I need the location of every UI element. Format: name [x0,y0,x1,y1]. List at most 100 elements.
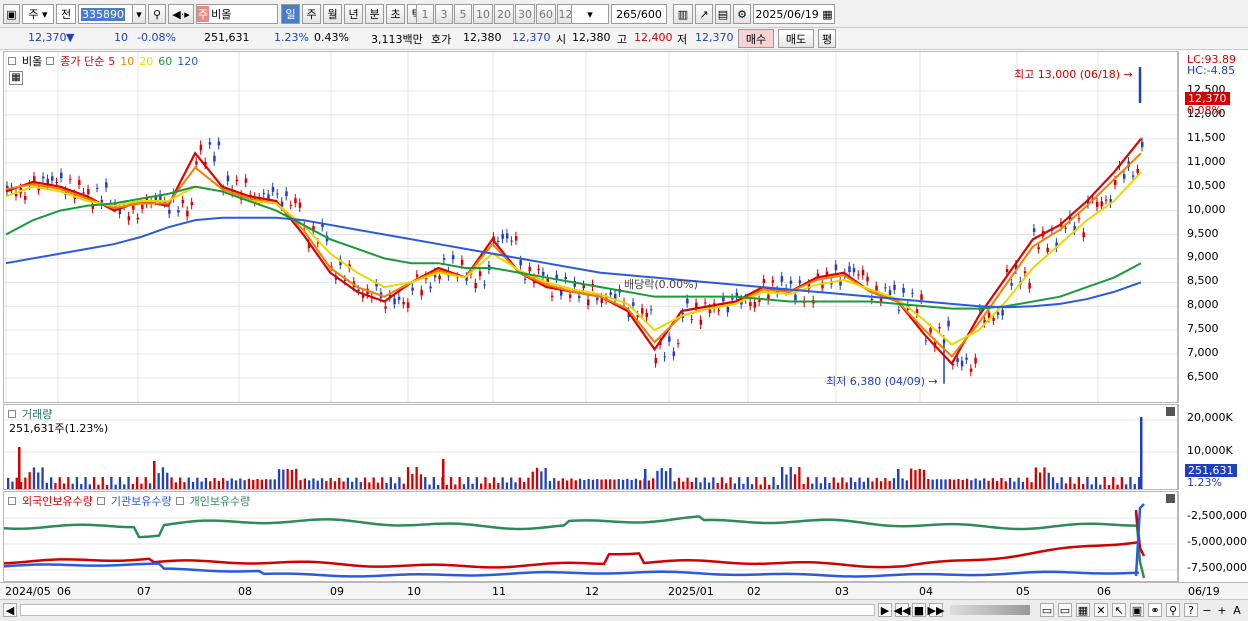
period-type-select[interactable]: 전 [56,4,76,24]
cross-icon[interactable]: ✕ [1094,603,1108,617]
bars-icon[interactable]: ▥ [673,4,693,24]
price-pane[interactable]: 비올 종가 단순 5 10 20 60 120 ▦ 최고 13,000 (06/18) … [3,51,1178,403]
volume-pane[interactable]: 거래량 251,631주(1.23%) [3,404,1178,490]
tab-4[interactable]: 분 [365,4,384,24]
period-1[interactable]: 1 [416,4,434,24]
volume-bar [80,484,83,489]
link-icon[interactable]: ⚭ [1148,603,1162,617]
candle-body [992,317,995,321]
open-price: 12,380 [572,31,611,44]
candle-body [965,357,968,360]
candle-body [758,299,761,302]
volume-bar [652,478,655,489]
grid-icon[interactable]: ▦ [1076,603,1090,617]
volume-bar [948,479,951,489]
draw-icon[interactable]: ↗ [695,4,713,24]
scroll-left-icon[interactable]: ◀ [3,603,17,617]
search-icon[interactable]: ⚲ [148,4,166,24]
tab-5[interactable]: 초 [386,4,405,24]
minus-icon[interactable]: − [1200,603,1214,617]
font-icon[interactable]: A [1230,603,1244,617]
pane-close-icon[interactable] [1166,494,1175,503]
volume-bar [24,477,27,489]
candle-body [420,289,423,296]
volume-bar [273,479,276,489]
window-icon[interactable]: ▣ [3,4,20,24]
period-5[interactable]: 5 [454,4,472,24]
high-label: 고 [617,33,628,46]
individual-line [4,515,1140,539]
dropdown-icon[interactable]: ▾ [132,4,146,24]
copy-icon[interactable]: ▣ [1130,603,1144,617]
scroll-right-icon[interactable]: ▶ [878,603,892,617]
volume-chart [4,417,1177,489]
scroll-track[interactable] [20,604,875,616]
candle-body [587,299,590,306]
volume-bar [1008,477,1012,489]
date-field[interactable]: 2025/06/19 ▦ [753,4,835,24]
volume-bar [1137,477,1141,489]
candle-body [60,172,63,179]
candle-body [564,276,567,280]
tab-1[interactable]: 주 [302,4,321,24]
volume-bar [136,477,139,489]
calculator-icon[interactable]: ▦ [9,71,23,85]
layout2-icon[interactable]: ▭ [1058,603,1072,617]
stock-name-field[interactable]: 주 비올 [196,4,278,24]
volume-bar [673,481,676,489]
volume-bar [617,479,620,489]
play-icon[interactable]: ▶▶ [928,603,944,617]
zoom-icon[interactable]: ⚲ [1166,603,1180,617]
stop-icon[interactable]: ■ [912,603,926,617]
sell-button[interactable]: 매도 [778,29,814,48]
volume-bar [351,481,354,489]
gear-icon[interactable]: ⚙ [733,4,751,24]
tab-0[interactable]: 일 [281,4,300,24]
period-20[interactable]: 20 [494,4,514,24]
sound-icon[interactable]: ◀·▸ [168,4,194,24]
pane-close-icon[interactable] [1166,407,1175,416]
plus-icon[interactable]: + [1215,603,1229,617]
layout-icon[interactable]: ▭ [1040,603,1054,617]
vol-tick-10000k: 10,000K [1187,444,1233,457]
candle-body [496,240,500,242]
volume-bar [806,477,810,489]
market-select[interactable]: 주 ▾ [22,4,54,24]
volume-bar [217,480,220,489]
candle-body [127,216,131,221]
volume-bar [415,467,418,489]
volume-bar [45,482,48,489]
buy-button[interactable]: 매수 [738,29,774,48]
period-30[interactable]: 30 [515,4,535,24]
volume-bar [798,467,801,489]
volume-bar [750,484,754,489]
tab-2[interactable]: 월 [323,4,342,24]
eval-button[interactable]: 평 [818,29,836,48]
arrow-icon[interactable]: ↖ [1112,603,1126,617]
volume-value: 251,631주(1.23%) [9,422,109,435]
period-10[interactable]: 10 [473,4,493,24]
change-percent: -0.08% [137,31,176,44]
volume-bar [888,480,891,489]
volume-bar [518,477,521,489]
zoom-slider[interactable] [950,605,1030,615]
holding-pane[interactable]: 외국인보유수량 기관보유수량 개인보유수량 [3,491,1178,582]
volume-bar [841,477,844,489]
volume-bar [424,477,427,489]
tab-3[interactable]: 년 [344,4,363,24]
period-3[interactable]: 3 [435,4,453,24]
period-60[interactable]: 60 [536,4,556,24]
save-icon[interactable]: ▤ [715,4,731,24]
volume-bar [226,480,229,489]
scroll-bar[interactable]: ◀ ▶ ◀◀ ■ ▶▶ ▭ ▭ ▦ ✕ ↖ ▣ ⚭ ⚲ ? − + A [0,599,1248,621]
count-field[interactable]: 265/600 [611,4,667,24]
help-icon[interactable]: ? [1184,603,1198,617]
volume-bar [41,467,44,489]
volume-bar [462,484,466,489]
volume-bar [892,478,896,489]
volume-bar [927,478,930,489]
rewind-icon[interactable]: ◀◀ [894,603,910,617]
volume-bar [488,483,491,489]
hold-tick-3: -7,500,000 [1187,561,1247,574]
blank-select[interactable]: ▾ [571,4,609,24]
